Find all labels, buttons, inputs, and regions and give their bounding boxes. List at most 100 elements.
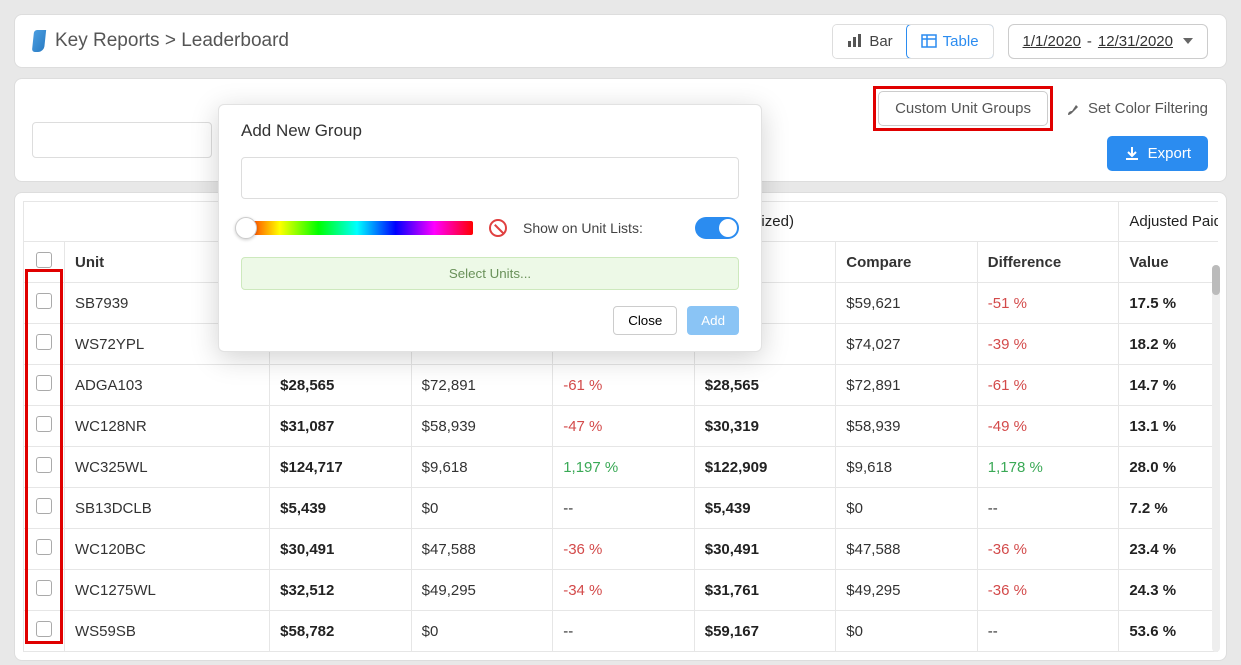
- table-row: WC1275WL$32,512$49,295-34 %$31,761$49,29…: [24, 570, 1219, 611]
- table-row: WC128NR$31,087$58,939-47 %$30,319$58,939…: [24, 406, 1219, 447]
- cell-paid: 18.2 %: [1119, 324, 1218, 365]
- cell-v2: $30,319: [694, 406, 836, 447]
- date-start: 1/1/2020: [1023, 33, 1081, 50]
- view-bar-button[interactable]: Bar: [833, 25, 906, 58]
- bar-chart-icon: [847, 33, 863, 49]
- download-icon: [1124, 146, 1140, 162]
- cell-v2: $122,909: [694, 447, 836, 488]
- cell-unit: WC120BC: [65, 529, 270, 570]
- table-row: SB13DCLB$5,439$0--$5,439$0--7.2 %: [24, 488, 1219, 529]
- table-row: WC120BC$30,491$47,588-36 %$30,491$47,588…: [24, 529, 1219, 570]
- custom-unit-groups-highlight: Custom Unit Groups: [876, 89, 1050, 128]
- cell-unit: WS59SB: [65, 611, 270, 652]
- row-checkbox-cell[interactable]: [24, 447, 65, 488]
- close-button[interactable]: Close: [613, 306, 677, 335]
- row-checkbox[interactable]: [36, 334, 52, 350]
- cell-paid: 17.5 %: [1119, 283, 1218, 324]
- cell-v1: $32,512: [270, 570, 412, 611]
- date-end: 12/31/2020: [1098, 33, 1173, 50]
- cell-v1: $30,491: [270, 529, 412, 570]
- row-checkbox[interactable]: [36, 580, 52, 596]
- breadcrumb-page[interactable]: Leaderboard: [181, 30, 289, 51]
- header-paid-group: Adjusted Paid Occ: [1119, 202, 1218, 242]
- color-slider[interactable]: [241, 221, 473, 235]
- chevron-down-icon: [1183, 38, 1193, 44]
- header-bar: Key Reports > Leaderboard Bar Table 1/1/…: [14, 14, 1227, 68]
- date-sep: -: [1087, 33, 1092, 50]
- cell-compare: $74,027: [836, 324, 978, 365]
- search-input[interactable]: [32, 122, 212, 158]
- row-checkbox-cell[interactable]: [24, 529, 65, 570]
- breadcrumb-sep: >: [165, 30, 176, 51]
- cell-compare: $72,891: [836, 365, 978, 406]
- header-difference[interactable]: Difference: [977, 242, 1119, 283]
- cell-v1: $28,565: [270, 365, 412, 406]
- toolbar-actions: Custom Unit Groups Set Color Filtering: [876, 89, 1208, 128]
- select-units-button[interactable]: Select Units...: [241, 257, 739, 290]
- cell-difference: -36 %: [977, 570, 1119, 611]
- cell-c1: $58,939: [411, 406, 553, 447]
- export-button[interactable]: Export: [1107, 136, 1208, 171]
- header-checkbox[interactable]: [24, 242, 65, 283]
- row-checkbox[interactable]: [36, 539, 52, 555]
- view-table-button[interactable]: Table: [906, 24, 994, 59]
- row-checkbox-cell[interactable]: [24, 365, 65, 406]
- scrollbar-thumb[interactable]: [1212, 265, 1220, 295]
- cell-v1: $58,782: [270, 611, 412, 652]
- row-checkbox[interactable]: [36, 498, 52, 514]
- show-on-lists-toggle[interactable]: [695, 217, 739, 239]
- vertical-scrollbar[interactable]: [1212, 265, 1220, 652]
- cell-compare: $58,939: [836, 406, 978, 447]
- cell-paid: 24.3 %: [1119, 570, 1218, 611]
- row-checkbox[interactable]: [36, 621, 52, 637]
- cell-paid: 13.1 %: [1119, 406, 1218, 447]
- date-range-button[interactable]: 1/1/2020 - 12/31/2020: [1008, 24, 1208, 59]
- row-checkbox-cell[interactable]: [24, 488, 65, 529]
- row-checkbox[interactable]: [36, 457, 52, 473]
- cell-paid: 28.0 %: [1119, 447, 1218, 488]
- header-compare[interactable]: Compare: [836, 242, 978, 283]
- row-checkbox-cell[interactable]: [24, 611, 65, 652]
- breadcrumb-section[interactable]: Key Reports: [55, 30, 160, 51]
- toolbar-right: Custom Unit Groups Set Color Filtering E…: [876, 89, 1208, 171]
- no-color-icon[interactable]: [489, 219, 507, 237]
- cell-c1: $0: [411, 488, 553, 529]
- add-button[interactable]: Add: [687, 306, 739, 335]
- cell-unit: WC128NR: [65, 406, 270, 447]
- view-bar-label: Bar: [869, 33, 892, 50]
- cell-compare: $0: [836, 611, 978, 652]
- cell-paid: 53.6 %: [1119, 611, 1218, 652]
- header-value[interactable]: Value: [1119, 242, 1218, 283]
- cell-v1: $5,439: [270, 488, 412, 529]
- cell-c1: $49,295: [411, 570, 553, 611]
- cell-d1: --: [553, 611, 695, 652]
- row-checkbox-cell[interactable]: [24, 283, 65, 324]
- cell-unit: SB13DCLB: [65, 488, 270, 529]
- modal-footer: Close Add: [241, 306, 739, 335]
- breadcrumb: Key Reports > Leaderboard: [33, 30, 289, 52]
- cell-difference: -36 %: [977, 529, 1119, 570]
- cell-compare: $47,588: [836, 529, 978, 570]
- group-name-input[interactable]: [241, 157, 739, 199]
- cell-unit: ADGA103: [65, 365, 270, 406]
- custom-unit-groups-label: Custom Unit Groups: [895, 100, 1031, 117]
- color-slider-thumb[interactable]: [235, 217, 257, 239]
- table-row: WS59SB$58,782$0--$59,167$0--53.6 %: [24, 611, 1219, 652]
- header-controls: Bar Table 1/1/2020 - 12/31/2020: [832, 24, 1208, 59]
- modal-options-row: Show on Unit Lists:: [241, 217, 739, 239]
- cell-d1: -47 %: [553, 406, 695, 447]
- cell-difference: --: [977, 611, 1119, 652]
- select-all-checkbox[interactable]: [36, 252, 52, 268]
- row-checkbox-cell[interactable]: [24, 406, 65, 447]
- row-checkbox[interactable]: [36, 416, 52, 432]
- table-row: WC325WL$124,717$9,6181,197 %$122,909$9,6…: [24, 447, 1219, 488]
- custom-unit-groups-button[interactable]: Custom Unit Groups: [878, 91, 1048, 126]
- row-checkbox[interactable]: [36, 293, 52, 309]
- cell-compare: $49,295: [836, 570, 978, 611]
- row-checkbox-cell[interactable]: [24, 570, 65, 611]
- row-checkbox[interactable]: [36, 375, 52, 391]
- export-label: Export: [1148, 145, 1191, 162]
- set-color-filtering-link[interactable]: Set Color Filtering: [1066, 100, 1208, 117]
- row-checkbox-cell[interactable]: [24, 324, 65, 365]
- cell-d1: -34 %: [553, 570, 695, 611]
